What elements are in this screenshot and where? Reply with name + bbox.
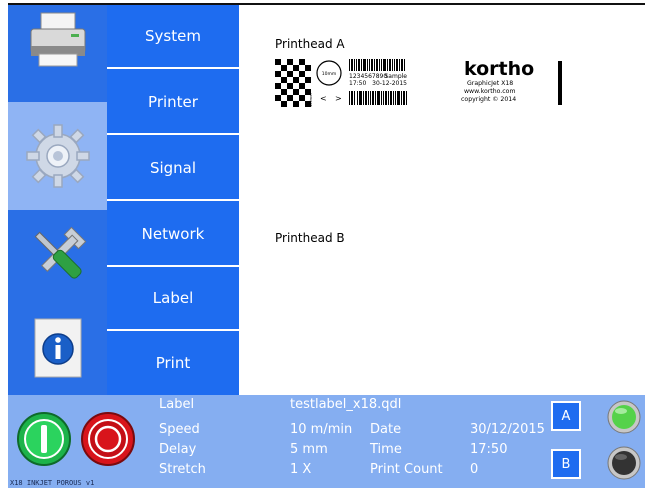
menu-column: System Printer Signal Network Label Prin… — [107, 5, 239, 395]
menu-item-label: Printer — [148, 93, 198, 111]
printhead-b-button[interactable]: B — [551, 449, 581, 479]
app-window: System Printer Signal Network Label Prin… — [0, 0, 645, 488]
menu-item-signal[interactable]: Signal — [107, 137, 239, 201]
start-button[interactable] — [17, 412, 71, 466]
control-buttons — [17, 412, 135, 466]
menu-item-label: Label — [152, 289, 194, 307]
menu-item-print[interactable]: Print — [107, 331, 239, 395]
printhead-a-title: Printhead A — [275, 37, 345, 51]
status-label-value: testlabel_x18.qdl — [290, 397, 402, 412]
menu-item-label-settings[interactable]: Label — [107, 267, 239, 331]
status-stretch-key: Stretch — [159, 462, 206, 477]
status-delay-value: 5 mm — [290, 442, 328, 457]
status-speed-value: 10 m/min — [290, 422, 353, 437]
bottom-barcode — [349, 91, 407, 105]
brand-model: GraphicJet X18 — [467, 80, 513, 87]
brand-copyright: copyright © 2014 — [461, 95, 516, 103]
power-line-icon — [41, 425, 47, 453]
status-print-count-value: 0 — [470, 462, 479, 477]
brand-website: www.kortho.com — [464, 88, 515, 95]
main-panel: Printhead A 10mm < > 100mm 1234567890 Sa… — [239, 5, 645, 395]
status-date-value: 30/12/2015 — [470, 422, 545, 437]
label-number: 1234567890 — [349, 73, 387, 80]
menu-item-system[interactable]: System — [107, 5, 239, 69]
circle-text: 10mm — [322, 71, 337, 77]
menu-item-label: Print — [155, 354, 191, 372]
status-bar: Label testlabel_x18.qdl Speed 10 m/min D… — [8, 395, 645, 488]
label-date: 30-12-2015 — [372, 80, 407, 87]
stop-circle-icon — [94, 425, 122, 453]
settings-button[interactable] — [8, 102, 107, 210]
gear-icon — [25, 124, 90, 188]
menu-item-label: System — [145, 27, 201, 45]
label-sample: Sample — [385, 73, 408, 80]
status-time-key: Time — [370, 442, 402, 457]
status-date-key: Date — [370, 422, 402, 437]
top-barcode — [349, 59, 405, 71]
status-label-key: Label — [159, 397, 195, 412]
printhead-b-title: Printhead B — [275, 231, 345, 245]
status-delay-key: Delay — [159, 442, 197, 457]
menu-item-printer[interactable]: Printer — [107, 71, 239, 135]
status-leds — [607, 400, 641, 480]
side-small-text: 100mm — [309, 93, 313, 107]
brand-logo: kortho — [464, 58, 534, 80]
status-speed-key: Speed — [159, 422, 200, 437]
printhead-a-button[interactable]: A — [551, 401, 581, 431]
label-time: 17:50 — [349, 80, 366, 87]
arrow-right-icon: > — [335, 94, 342, 103]
vertical-bar — [558, 61, 562, 105]
footer-version: X18 INKJET POROUS v1 — [10, 479, 95, 487]
status-print-count-key: Print Count — [370, 462, 443, 477]
stop-button[interactable] — [81, 412, 135, 466]
tools-icon — [34, 226, 86, 279]
info-icon — [34, 318, 81, 377]
led-a-icon — [607, 400, 641, 434]
menu-item-label: Signal — [149, 159, 197, 177]
status-stretch-value: 1 X — [290, 462, 312, 477]
checker-pattern — [275, 59, 311, 109]
icon-sidebar — [8, 5, 107, 395]
tools-button[interactable] — [8, 210, 107, 300]
arrow-left-icon: < — [320, 94, 327, 103]
menu-item-label: Network — [141, 225, 205, 243]
printer-icon — [30, 12, 85, 67]
info-button[interactable] — [8, 300, 107, 395]
printer-button[interactable] — [8, 5, 107, 73]
label-preview: 10mm < > 100mm 1234567890 Sample 17:50 3… — [275, 58, 562, 109]
menu-item-network[interactable]: Network — [107, 203, 239, 267]
led-b-icon — [607, 446, 641, 480]
status-time-value: 17:50 — [470, 442, 508, 457]
